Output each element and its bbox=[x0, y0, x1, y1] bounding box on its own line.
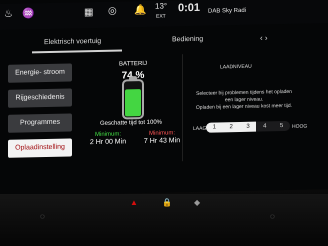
charge-message-line1: Selecteer bij problemen tijdens het opla… bbox=[196, 88, 292, 104]
charge-step-1[interactable]: 1 bbox=[206, 122, 223, 133]
sidebar-oplaadinstelling[interactable]: Oplaadinstelling bbox=[8, 138, 72, 158]
clock: 0:01 bbox=[178, 1, 201, 15]
charge-step-2[interactable]: 2 bbox=[222, 121, 240, 133]
apps-grid-icon[interactable]: ▦ bbox=[84, 7, 93, 19]
status-bar: ♨ ♒ ▦ ◎ 🔔 13° EXT 0:01 DAB Sky Radi bbox=[0, 0, 328, 31]
battery-title: BATTERIJ bbox=[119, 60, 147, 68]
minimum-right-value: 7 Hr 43 Min bbox=[143, 137, 181, 145]
minimum-right-label: Minimum: bbox=[148, 130, 175, 137]
sidebar-programmes[interactable]: Programmes bbox=[8, 113, 72, 133]
right-control-knob[interactable]: ◌ bbox=[270, 212, 275, 221]
sidebar-energie-stroom[interactable]: Energie- stroom bbox=[8, 63, 72, 83]
radio-station[interactable]: DAB Sky Radi bbox=[208, 5, 246, 18]
minimum-right: Minimum: 7 Hr 43 Min bbox=[140, 130, 184, 145]
notification-bell-icon[interactable]: 🔔 bbox=[134, 5, 146, 17]
tab-more-indicator: ‹ › bbox=[260, 33, 268, 43]
sidebar-rijgeschiedenis[interactable]: Rijgeschiedenis bbox=[8, 88, 72, 108]
outside-temperature-label: EXT bbox=[156, 13, 166, 20]
panel-divider bbox=[182, 54, 183, 162]
charge-step-4[interactable]: 4 bbox=[256, 121, 273, 131]
charge-level-low-label: LAAG bbox=[193, 125, 207, 132]
charge-level-title: LAADNIVEAU bbox=[220, 63, 252, 71]
hazard-icon[interactable]: ▲ bbox=[130, 198, 138, 207]
lock-icon[interactable]: 🔒 bbox=[162, 198, 172, 207]
dashboard-photo: ♨ ♒ ▦ ◎ 🔔 13° EXT 0:01 DAB Sky Radi Elek… bbox=[0, 0, 328, 246]
left-control-knob[interactable]: ◌ bbox=[40, 212, 45, 221]
charge-level-high-label: HOOG bbox=[292, 123, 308, 130]
charge-message: Selecteer bij problemen tijdens het opla… bbox=[193, 89, 295, 112]
minimum-left: Minimum: 2 Hr 00 Min bbox=[88, 131, 128, 146]
top-tabs: Elektrisch voertuig Bediening ‹ › bbox=[0, 29, 328, 54]
estimated-time-label: Geschatte tijd tot 100% bbox=[99, 119, 163, 127]
seat-ventilation-icon[interactable]: ♒ bbox=[22, 8, 34, 20]
charge-message-line2: Opladen bij een lager niveau kost meer t… bbox=[195, 102, 293, 111]
charge-level-slider[interactable]: 1 2 3 4 5 bbox=[206, 120, 290, 133]
minimum-left-value: 2 Hr 00 Min bbox=[89, 138, 127, 147]
charge-step-5[interactable]: 5 bbox=[273, 121, 290, 131]
seat-heat-icon[interactable]: ♨ bbox=[4, 9, 13, 21]
battery-gauge bbox=[122, 78, 144, 120]
lower-console: ▲ 🔒 ◆ ◌ ◌ bbox=[0, 194, 328, 246]
voice-assistant-icon[interactable]: ◎ bbox=[108, 6, 117, 18]
infotainment-screen: ♨ ♒ ▦ ◎ 🔔 13° EXT 0:01 DAB Sky Radi Elek… bbox=[0, 0, 328, 196]
car-icon[interactable]: ◆ bbox=[194, 198, 200, 207]
battery-fill bbox=[125, 89, 141, 117]
tab-bediening[interactable]: Bediening bbox=[172, 32, 203, 51]
minimum-left-label: Minimum: bbox=[94, 131, 121, 139]
charge-step-3[interactable]: 3 bbox=[239, 121, 257, 132]
